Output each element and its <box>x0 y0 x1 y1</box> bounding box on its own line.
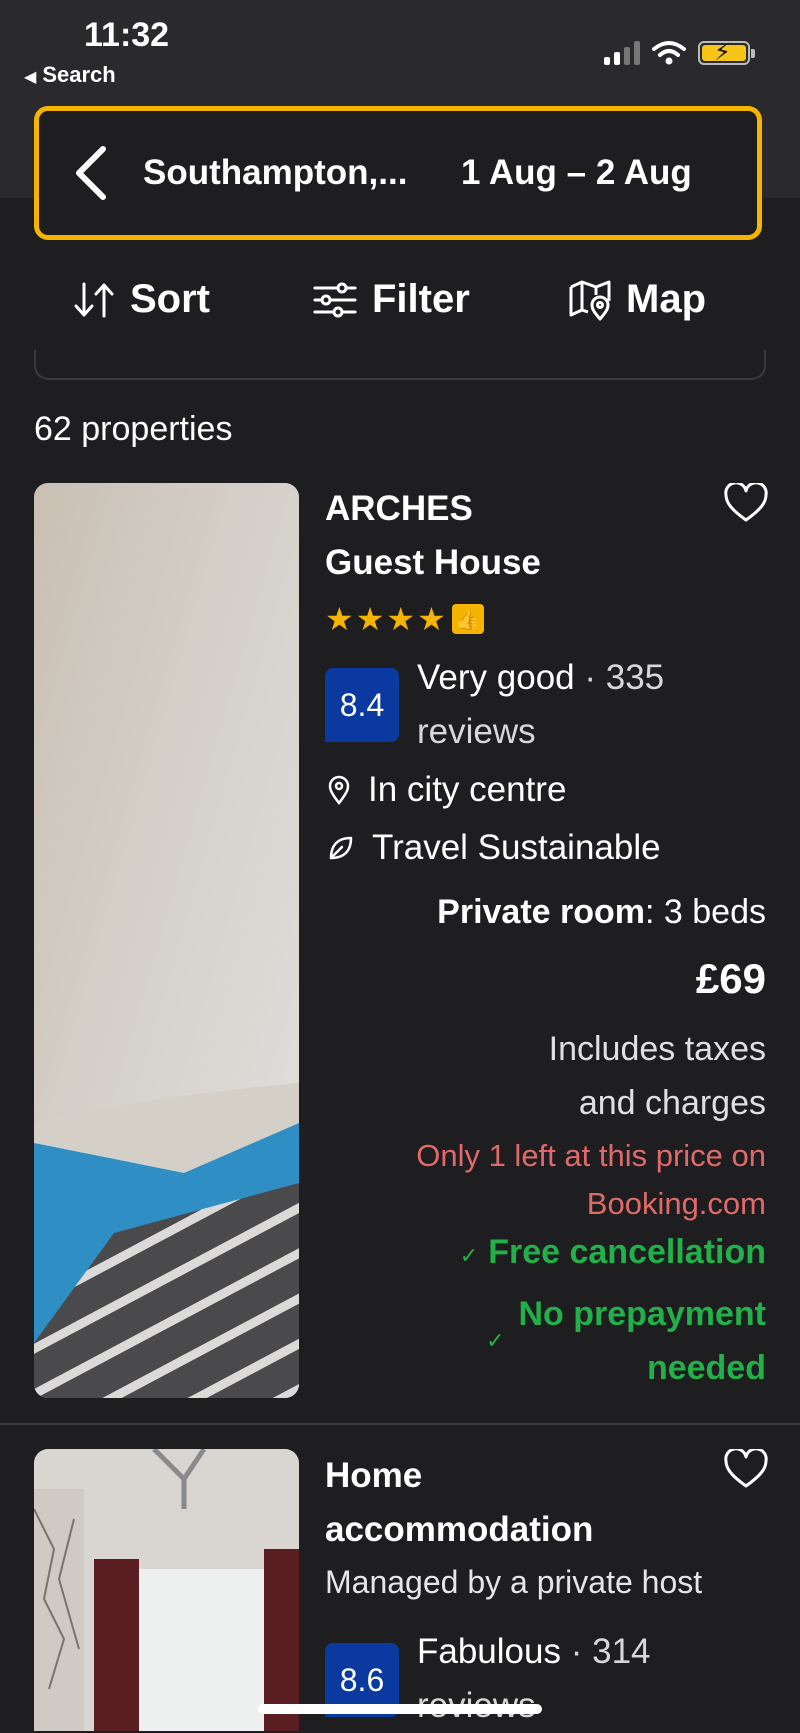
review-count: · 335 <box>584 658 665 697</box>
no-prepayment-line1: No prepayment <box>518 1295 767 1333</box>
filter-label: Filter <box>372 277 470 321</box>
sustainability-row: Travel Sustainable <box>328 828 661 868</box>
search-destination[interactable]: Southampton,... <box>143 153 461 193</box>
taxes-note: Includes taxes and charges <box>466 1022 766 1130</box>
rating-summary: Very good · 335 reviews <box>417 651 747 759</box>
back-to-search-link[interactable]: ◀ Search <box>24 62 116 88</box>
taxes-line1: Includes taxes <box>548 1030 766 1068</box>
search-summary-box[interactable]: Southampton,... 1 Aug – 2 Aug <box>34 106 762 240</box>
free-cancellation-text: Free cancellation <box>488 1233 766 1271</box>
thumbs-up-icon: 👍 <box>451 604 484 634</box>
sort-label: Sort <box>130 277 210 321</box>
star-icon: ★ <box>386 601 416 637</box>
scarcity-message: Only 1 left at this price on Booking.com <box>346 1132 766 1228</box>
status-icons: ⚡ <box>604 36 755 70</box>
property-count: 62 properties <box>34 410 233 448</box>
back-triangle-icon: ◀ <box>24 69 37 86</box>
checkmark-icon: ✓ <box>486 1328 505 1353</box>
managed-by-text: Managed by a private host <box>325 1564 703 1600</box>
no-prepayment-line2: needed <box>646 1349 766 1387</box>
status-time: 11:32 <box>84 16 170 54</box>
property-name-line1: Home <box>325 1456 423 1495</box>
room-beds: : 3 beds <box>645 893 766 931</box>
property-name-line2: accommodation <box>325 1510 594 1549</box>
property-name-line2: Guest House <box>325 543 541 582</box>
star-rating: ★ ★ ★ ★ 👍 <box>325 600 484 638</box>
taxes-line2: and charges <box>578 1084 766 1122</box>
star-icon: ★ <box>355 601 385 637</box>
map-button[interactable]: Map <box>568 277 706 322</box>
property-name[interactable]: ARCHES Guest House <box>325 482 541 590</box>
scarcity-line2: Booking.com <box>586 1186 766 1221</box>
property-name[interactable]: Home accommodation <box>325 1449 593 1557</box>
leaf-icon <box>329 836 353 860</box>
price: £69 <box>695 955 766 1002</box>
toolbar-divider <box>34 350 766 380</box>
sustainability-text: Travel Sustainable <box>372 828 661 867</box>
rating-summary: Fabulous · 314 reviews <box>417 1625 747 1733</box>
sort-arrows-icon <box>74 282 114 317</box>
location-text: In city centre <box>368 770 567 809</box>
map-label: Map <box>626 277 706 321</box>
favorite-heart-icon[interactable] <box>724 483 768 523</box>
search-dates[interactable]: 1 Aug – 2 Aug <box>461 153 692 193</box>
rating-label: Fabulous <box>417 1632 561 1671</box>
location-pin-icon <box>328 775 350 805</box>
review-count-suffix: reviews <box>417 712 536 751</box>
review-count: · 314 <box>570 1632 651 1671</box>
map-icon <box>569 280 611 320</box>
rating-label: Very good <box>417 658 575 697</box>
sort-button[interactable]: Sort <box>72 277 210 322</box>
checkmark-icon: ✓ <box>459 1243 479 1268</box>
card-separator <box>0 1423 800 1425</box>
favorite-heart-icon[interactable] <box>724 1449 768 1489</box>
property-photo[interactable] <box>34 483 299 1398</box>
star-icon: ★ <box>417 601 446 637</box>
cellular-signal-icon <box>604 41 640 65</box>
room-info: Private room: 3 beds <box>437 893 766 932</box>
free-cancellation: ✓ Free cancellation <box>460 1233 766 1272</box>
filter-sliders-icon <box>313 282 357 317</box>
property-name-line1: ARCHES <box>325 489 473 528</box>
scarcity-line1: Only 1 left at this price on <box>416 1138 766 1173</box>
location-row: In city centre <box>328 770 566 810</box>
battery-charging-icon: ⚡ <box>698 39 755 66</box>
wifi-icon <box>652 41 686 65</box>
property-photo[interactable] <box>34 1449 299 1731</box>
star-icon: ★ <box>325 601 354 637</box>
filter-button[interactable]: Filter <box>312 277 470 322</box>
review-score-badge: 8.4 <box>325 668 399 742</box>
no-prepayment: ✓ No prepayment needed <box>486 1287 766 1395</box>
room-type: Private room <box>437 893 646 931</box>
home-indicator[interactable] <box>258 1704 542 1714</box>
back-app-label: Search <box>42 62 116 87</box>
back-chevron-icon[interactable] <box>39 145 143 201</box>
